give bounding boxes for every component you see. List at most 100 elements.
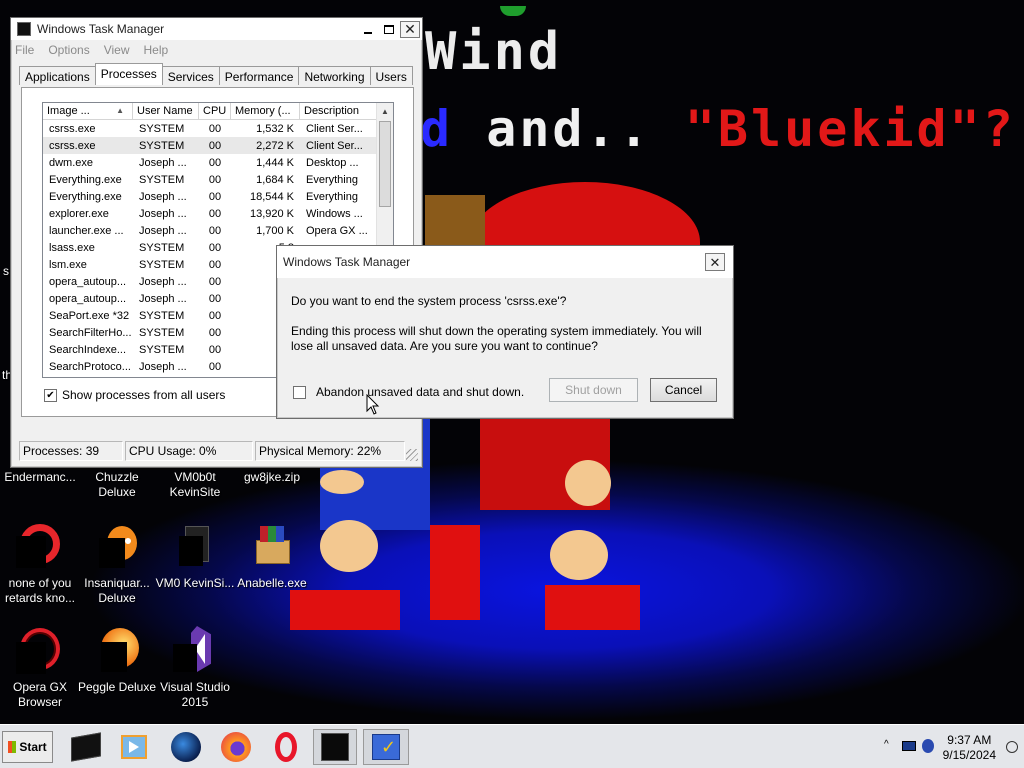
dialog-titlebar[interactable]: Windows Task Manager ✕	[277, 246, 733, 278]
column-user-name[interactable]: User Name	[133, 103, 199, 119]
table-row[interactable]: csrss.exe SYSTEM 00 1,532 K Client Ser...	[43, 120, 393, 137]
shutdown-button[interactable]: Shut down	[549, 378, 638, 402]
clock[interactable]: 9:37 AM 9/15/2024	[943, 733, 996, 763]
show-all-checkbox[interactable]: ✔	[44, 388, 57, 402]
minimize-button[interactable]	[358, 21, 377, 38]
cell-user-name: SYSTEM	[139, 173, 185, 186]
scroll-thumb[interactable]	[379, 121, 391, 207]
cell-image-name: lsass.exe	[49, 241, 95, 254]
close-button[interactable]: ✕	[400, 20, 420, 38]
column-label: Image ...	[47, 105, 90, 117]
taskbar-app-media[interactable]	[114, 729, 154, 765]
cell-cpu: 00	[208, 156, 222, 169]
taskbar-app-checklist[interactable]: ✓	[363, 729, 409, 765]
volume-icon[interactable]	[922, 739, 934, 753]
desktop-icon-vm0-kevinsite[interactable]: VM0 KevinSi...	[155, 522, 235, 591]
desktop-icon-gw8jke[interactable]: gw8jke.zip	[232, 470, 312, 485]
cell-user-name: Joseph ...	[139, 360, 187, 373]
desktop-icon-insaniquarium[interactable]: Insaniquar... Deluxe	[77, 522, 157, 606]
cell-user-name: Joseph ...	[139, 190, 187, 203]
cell-image-name: lsm.exe	[49, 258, 87, 271]
dialog-title: Windows Task Manager	[283, 255, 411, 269]
minimize-icon	[363, 32, 372, 34]
tab-applications[interactable]: Applications	[19, 66, 96, 85]
wallpaper-figure-foot-3	[545, 585, 640, 630]
column-description[interactable]: Description	[300, 103, 380, 119]
clock-time: 9:37 AM	[947, 733, 992, 747]
desktop-icon-label: VM0 KevinSi...	[155, 576, 235, 590]
desktop-icon-anabelle[interactable]: Anabelle.exe	[232, 522, 312, 591]
desktop-icon-vm0b0t[interactable]: VM0b0t KevinSite	[155, 470, 235, 500]
cell-memory: 1,700 K	[256, 224, 294, 237]
column-cpu[interactable]: CPU	[199, 103, 231, 119]
tab-networking[interactable]: Networking	[298, 66, 371, 85]
abandon-data-option[interactable]: Abandon unsaved data and shut down.	[293, 385, 524, 399]
table-row[interactable]: dwm.exe Joseph ... 00 1,444 K Desktop ...	[43, 154, 393, 171]
desktop-icon-chuzzle[interactable]: Chuzzle Deluxe	[77, 470, 157, 500]
cell-image-name: explorer.exe	[49, 207, 109, 220]
taskbar-app-firefox[interactable]	[216, 729, 256, 765]
globe-icon	[171, 732, 201, 762]
table-row[interactable]: Everything.exe Joseph ... 00 18,544 K Everyt…	[43, 188, 393, 205]
taskbar-app-task-manager[interactable]	[313, 729, 357, 765]
maximize-button[interactable]	[379, 21, 398, 38]
tab-services[interactable]: Services	[161, 66, 220, 85]
process-list-header: Image ... ▲ User Name CPU Memory (... Des…	[43, 103, 393, 120]
scroll-up-icon[interactable]: ▲	[377, 103, 393, 120]
menu-help[interactable]: Help	[144, 43, 169, 57]
column-memory[interactable]: Memory (...	[231, 103, 300, 119]
taskbar-app-black[interactable]	[66, 729, 106, 765]
maximize-icon	[383, 24, 394, 34]
action-center-icon[interactable]	[902, 741, 916, 751]
table-row[interactable]: csrss.exe SYSTEM 00 2,272 K Client Ser...	[43, 137, 393, 154]
desktop-icon-none-of-you[interactable]: none of you retards kno...	[0, 522, 80, 606]
show-desktop-icon[interactable]	[1006, 741, 1018, 753]
clock-date: 9/15/2024	[942, 748, 996, 762]
tab-performance[interactable]: Performance	[218, 66, 300, 85]
taskbar: Start ✓ ^ 9:37 AM 9/15/2024	[0, 724, 1024, 768]
cell-cpu: 00	[208, 292, 222, 305]
wallpaper-figure-hand-2	[550, 530, 608, 580]
task-manager-titlebar[interactable]: Windows Task Manager ✕	[11, 18, 422, 40]
dialog-close-button[interactable]: ✕	[705, 253, 725, 271]
system-tray: ^ 9:37 AM 9/15/2024	[866, 727, 1024, 767]
tab-processes[interactable]: Processes	[94, 63, 163, 85]
sort-up-icon: ▲	[116, 106, 124, 115]
taskbar-app-opera[interactable]	[266, 729, 306, 765]
wallpaper-figure-foot-1	[290, 590, 400, 630]
cell-user-name: SYSTEM	[139, 326, 185, 339]
cell-cpu: 00	[208, 207, 222, 220]
wallpaper-text-red: "Bluekid"?	[684, 100, 1016, 158]
cell-image-name: SearchIndexe...	[49, 343, 127, 356]
desktop-icon-label: Visual Studio 2015	[160, 680, 230, 709]
cell-cpu: 00	[208, 343, 222, 356]
cell-memory: 1,444 K	[256, 156, 294, 169]
column-image-name[interactable]: Image ... ▲	[43, 103, 133, 119]
wallpaper-text-top: Wind	[425, 22, 563, 82]
show-hidden-icons-icon[interactable]: ^	[884, 739, 889, 750]
table-row[interactable]: launcher.exe ... Joseph ... 00 1,700 K Opera…	[43, 222, 393, 239]
peggle-icon	[93, 626, 141, 674]
show-all-label: Show processes from all users	[62, 388, 226, 402]
desktop-edge-label-1: s	[3, 264, 9, 278]
start-button[interactable]: Start	[2, 731, 53, 763]
cancel-button[interactable]: Cancel	[650, 378, 717, 402]
show-all-processes[interactable]: ✔ Show processes from all users	[44, 388, 225, 402]
desktop-icon-endermanch[interactable]: Endermanc...	[0, 470, 80, 485]
desktop-icon-peggle[interactable]: Peggle Deluxe	[77, 626, 157, 695]
menu-file[interactable]: File	[15, 43, 34, 57]
menu-options[interactable]: Options	[48, 43, 89, 57]
table-row[interactable]: Everything.exe SYSTEM 00 1,684 K Everything	[43, 171, 393, 188]
desktop-icon-visual-studio[interactable]: Visual Studio 2015	[155, 626, 235, 710]
menu-view[interactable]: View	[104, 43, 130, 57]
desktop-icon-opera-gx[interactable]: Opera GX Browser	[0, 626, 80, 710]
abandon-data-checkbox[interactable]	[293, 385, 306, 399]
resize-grip-icon[interactable]	[406, 449, 418, 461]
cell-memory: 18,544 K	[249, 190, 294, 203]
media-player-icon	[121, 735, 147, 759]
cell-cpu: 00	[208, 360, 222, 373]
taskbar-app-globe[interactable]	[166, 729, 206, 765]
tab-users[interactable]: Users	[369, 66, 413, 85]
table-row[interactable]: explorer.exe Joseph ... 00 13,920 K Windows …	[43, 205, 393, 222]
cell-image-name: SearchFilterHo...	[49, 326, 132, 339]
